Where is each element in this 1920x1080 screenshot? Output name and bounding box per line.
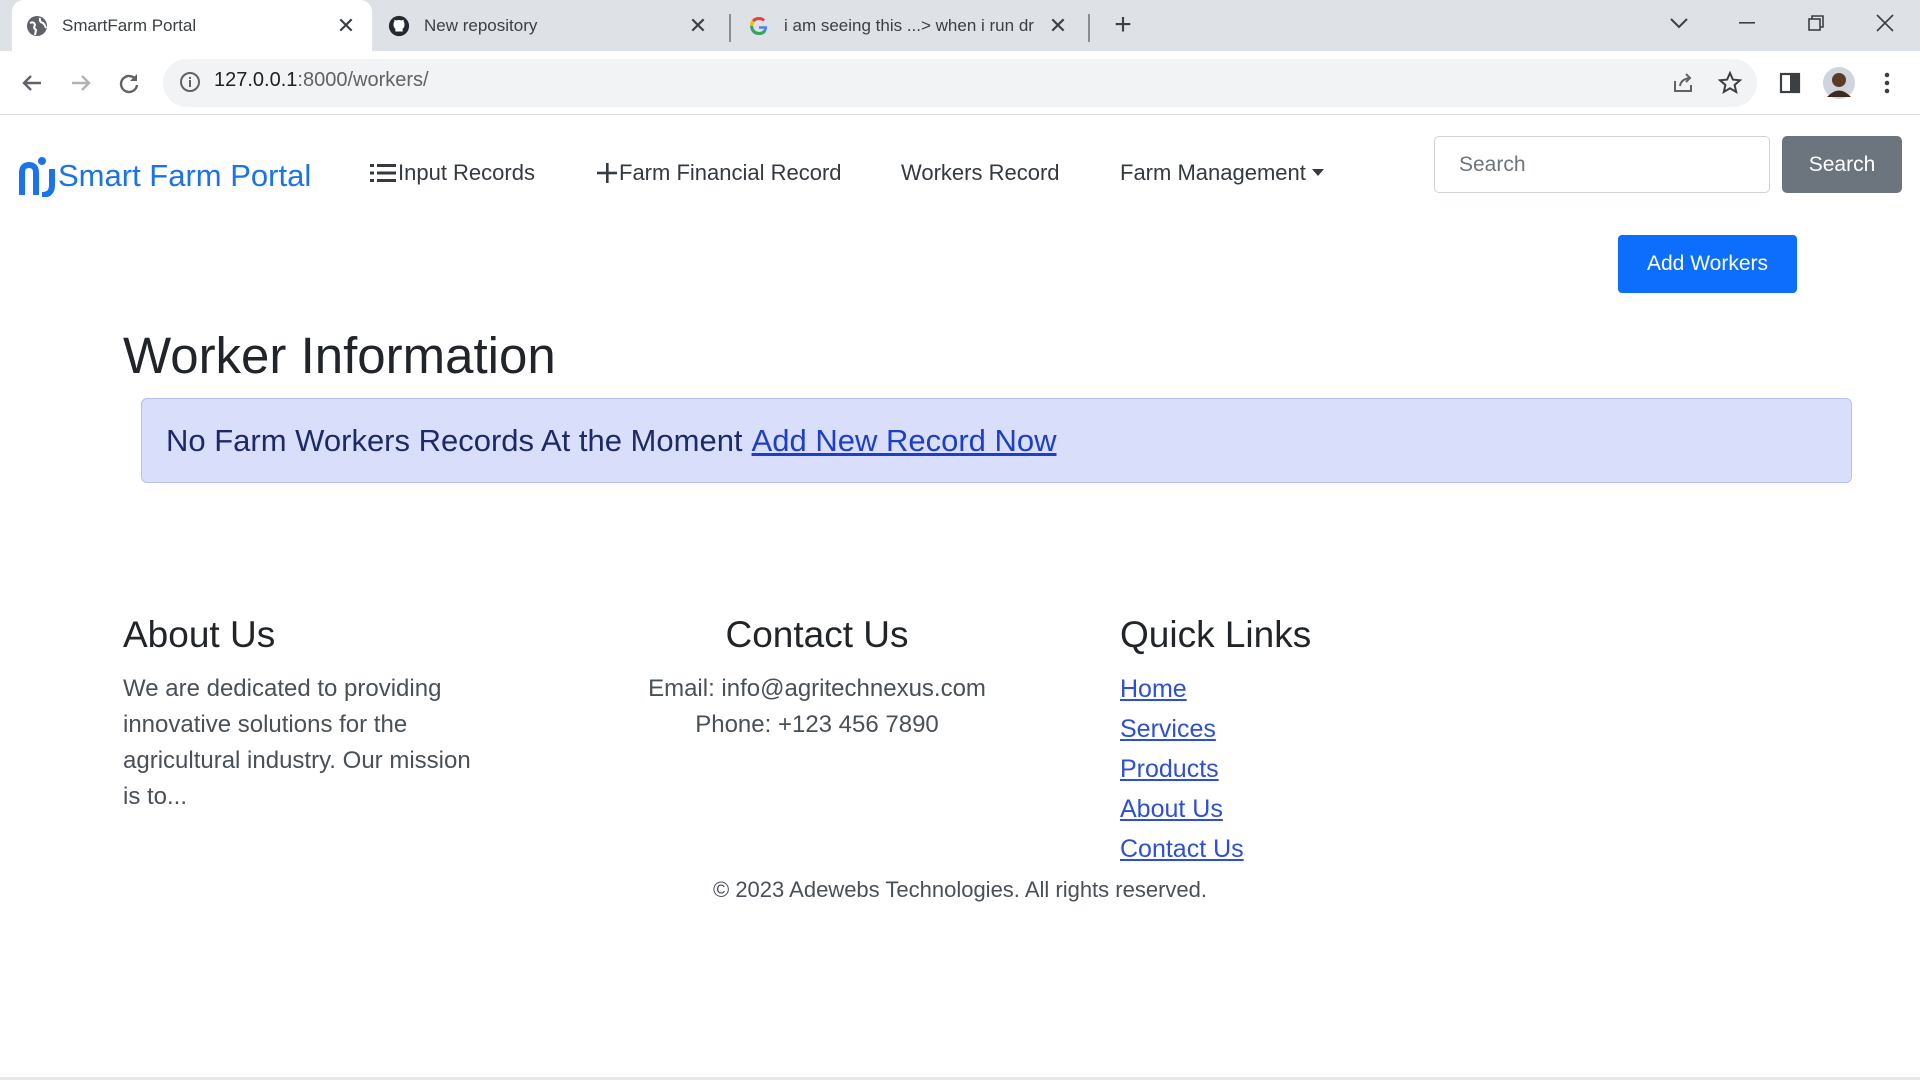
info-icon[interactable] — [176, 68, 204, 96]
nav-farm-management-dropdown[interactable]: Farm Management — [1120, 160, 1324, 186]
tab-search-chevron-icon[interactable] — [1654, 6, 1704, 40]
contact-phone: Phone: +123 456 7890 — [695, 711, 939, 738]
profile-avatar[interactable] — [1821, 65, 1857, 101]
reload-icon[interactable] — [112, 66, 146, 100]
about-line: We are dedicated to providing — [123, 675, 442, 702]
menu-dots-icon[interactable] — [1870, 66, 1904, 100]
nav-farm-financial-record[interactable]: Farm Financial Record — [596, 160, 842, 186]
add-workers-button[interactable]: Add Workers — [1618, 235, 1797, 293]
close-icon[interactable]: ✕ — [334, 13, 358, 39]
caret-down-icon — [1311, 169, 1324, 177]
quick-link-contact-us[interactable]: Contact Us — [1120, 835, 1244, 863]
about-line: innovative solutions for the — [123, 711, 408, 738]
minimize-icon[interactable] — [1722, 6, 1772, 40]
url-text[interactable]: 127.0.0.1:8000/workers/ — [214, 69, 429, 92]
share-icon[interactable] — [1666, 66, 1700, 100]
nav-label: Workers Record — [901, 160, 1060, 185]
tab-new-repository[interactable]: New repository ✕ — [374, 0, 724, 51]
globe-icon — [26, 15, 48, 37]
back-icon[interactable] — [15, 66, 49, 100]
nav-label: Farm Management — [1120, 160, 1306, 185]
new-tab-icon[interactable]: + — [1108, 10, 1138, 40]
list-icon — [370, 162, 396, 184]
google-icon — [748, 15, 770, 37]
contact-us-text: Email: info@agritechnexus.com Phone: +12… — [597, 671, 1037, 743]
restore-icon[interactable] — [1791, 6, 1841, 40]
brand-link[interactable]: Smart Farm Portal — [18, 155, 312, 198]
search-button[interactable]: Search — [1782, 136, 1902, 193]
add-new-record-link[interactable]: Add New Record Now — [752, 423, 1057, 459]
brand-text: Smart Farm Portal — [58, 158, 312, 193]
quick-links-list: Home Services Products About Us Contact … — [1120, 671, 1244, 871]
search-input[interactable] — [1434, 136, 1770, 193]
url-host: 127.0.0.1 — [214, 69, 298, 91]
nav-workers-record[interactable]: Workers Record — [901, 160, 1060, 186]
tab-title: SmartFarm Portal — [62, 15, 197, 35]
tab-divider — [1088, 14, 1090, 42]
about-us-heading: About Us — [123, 614, 276, 655]
plus-icon — [596, 162, 618, 184]
tab-title: New repository — [424, 15, 538, 35]
close-icon[interactable]: ✕ — [686, 13, 710, 39]
bookmark-star-icon[interactable] — [1713, 66, 1747, 100]
alert-text: No Farm Workers Records At the Moment — [166, 422, 743, 458]
about-us-text: We are dedicated to providing innovative… — [123, 671, 543, 815]
close-icon[interactable]: ✕ — [1046, 13, 1070, 39]
tab-smartfarm[interactable]: SmartFarm Portal ✕ — [12, 0, 372, 51]
nav-label: Input Records — [398, 160, 535, 185]
nav-label: Farm Financial Record — [619, 160, 842, 185]
side-panel-icon[interactable] — [1773, 66, 1807, 100]
tab-google-search[interactable]: i am seeing this ...> when i run dr ✕ — [734, 0, 1084, 51]
tab-title: i am seeing this ...> when i run dr — [784, 15, 1034, 35]
window-close-icon[interactable] — [1860, 6, 1910, 40]
forward-icon[interactable] — [64, 66, 98, 100]
quick-link-products[interactable]: Products — [1120, 755, 1219, 783]
brand-logo-icon — [18, 155, 56, 198]
empty-records-alert: No Farm Workers Records At the Moment Ad… — [141, 398, 1852, 483]
url-path: :8000/workers/ — [297, 69, 429, 91]
quick-link-home[interactable]: Home — [1120, 675, 1187, 703]
quick-links-heading: Quick Links — [1120, 614, 1312, 655]
quick-link-services[interactable]: Services — [1120, 715, 1216, 743]
nav-input-records[interactable]: Input Records — [370, 160, 535, 186]
copyright-text: © 2023 Adewebs Technologies. All rights … — [713, 877, 1207, 902]
github-icon — [388, 15, 410, 37]
contact-email: Email: info@agritechnexus.com — [648, 675, 986, 702]
about-line: agricultural industry. Our mission — [123, 747, 471, 774]
tab-divider — [729, 14, 731, 42]
about-line: is to... — [123, 783, 188, 810]
contact-us-heading: Contact Us — [725, 614, 909, 655]
page-title: Worker Information — [123, 327, 556, 384]
quick-link-about-us[interactable]: About Us — [1120, 795, 1223, 823]
